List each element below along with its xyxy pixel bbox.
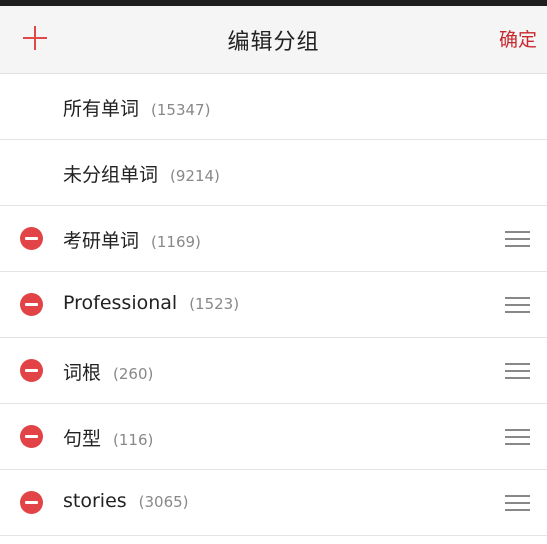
group-label: Professional (1523) xyxy=(63,292,239,314)
group-label: 未分组单词 (9214) xyxy=(63,160,220,187)
group-name: 句型 xyxy=(63,428,102,450)
group-name: 考研单词 xyxy=(63,230,140,252)
group-list: 所有单词 (15347) 未分组单词 (9214) 考研单词 (1169) Profe… xyxy=(0,74,547,536)
drag-handle-icon[interactable] xyxy=(505,295,530,315)
group-label: stories (3065) xyxy=(63,490,189,512)
list-item-all-words[interactable]: 所有单词 (15347) xyxy=(0,74,547,140)
group-name: 词根 xyxy=(63,362,102,384)
minus-icon xyxy=(25,501,38,504)
list-item-professional: Professional (1523) xyxy=(0,272,547,338)
group-count: (1523) xyxy=(189,295,240,313)
group-count: (3065) xyxy=(138,493,189,511)
header-bar: 编辑分组 确定 xyxy=(0,6,547,74)
group-label: 句型 (116) xyxy=(63,424,153,451)
group-count: (15347) xyxy=(151,101,211,119)
drag-handle-icon[interactable] xyxy=(505,229,530,249)
group-count: (9214) xyxy=(170,167,220,185)
group-label: 词根 (260) xyxy=(63,358,153,385)
remove-group-button[interactable] xyxy=(20,491,43,514)
drag-handle-icon[interactable] xyxy=(505,493,530,513)
group-label: 所有单词 (15347) xyxy=(63,94,210,121)
group-name: 未分组单词 xyxy=(63,164,159,186)
group-name: Professional xyxy=(63,292,178,314)
drag-handle-icon[interactable] xyxy=(505,427,530,447)
list-item-ungrouped-words[interactable]: 未分组单词 (9214) xyxy=(0,140,547,206)
group-label: 考研单词 (1169) xyxy=(63,226,201,253)
remove-group-button[interactable] xyxy=(20,227,43,250)
minus-icon xyxy=(25,435,38,438)
group-name: stories xyxy=(63,490,127,512)
list-item-roots: 词根 (260) xyxy=(0,338,547,404)
minus-icon xyxy=(25,237,38,240)
group-count: (116) xyxy=(113,431,154,449)
group-count: (260) xyxy=(113,365,154,383)
group-count: (1169) xyxy=(151,233,201,251)
page-title: 编辑分组 xyxy=(227,30,320,55)
remove-group-button[interactable] xyxy=(20,425,43,448)
drag-handle-icon[interactable] xyxy=(505,361,530,381)
remove-group-button[interactable] xyxy=(20,293,43,316)
list-item-stories: stories (3065) xyxy=(0,470,547,536)
list-item-sentence-patterns: 句型 (116) xyxy=(0,404,547,470)
list-item-kaoyan: 考研单词 (1169) xyxy=(0,206,547,272)
remove-group-button[interactable] xyxy=(20,359,43,382)
confirm-button[interactable]: 确定 xyxy=(499,25,537,52)
group-name: 所有单词 xyxy=(63,98,140,120)
minus-icon xyxy=(25,303,38,306)
minus-icon xyxy=(25,369,38,372)
